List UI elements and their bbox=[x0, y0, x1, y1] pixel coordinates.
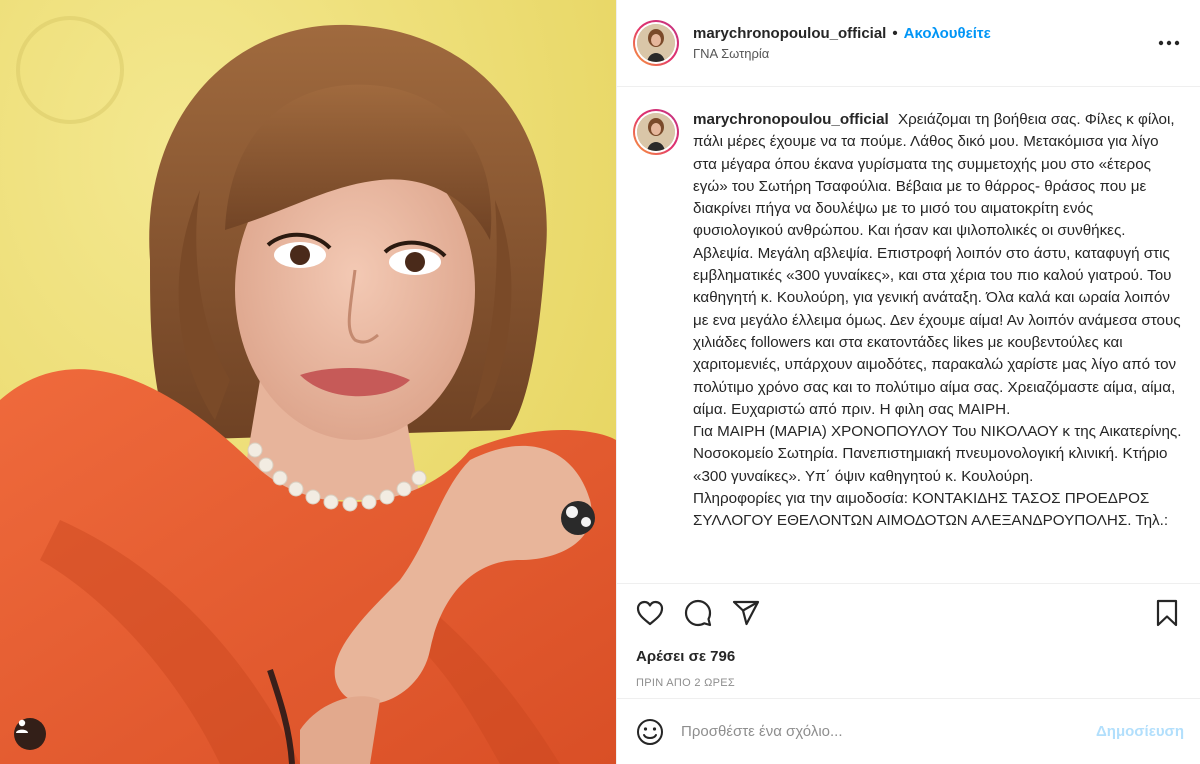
avatar[interactable] bbox=[633, 20, 679, 66]
likes-count[interactable]: Αρέσει σε 796 bbox=[617, 642, 1200, 672]
heart-icon bbox=[636, 600, 664, 626]
caption-paragraph-3: Πληροφορίες για την αιμοδοσία: ΚΟΝΤΑΚΙΔΗ… bbox=[693, 490, 1169, 530]
username-link[interactable]: marychronopoulou_official bbox=[693, 25, 886, 42]
emoji-button[interactable] bbox=[633, 715, 667, 749]
caption-area: marychronopoulou_official Χρειάζομαι τη … bbox=[617, 87, 1200, 584]
save-button[interactable] bbox=[1150, 596, 1184, 630]
separator-dot: • bbox=[892, 25, 898, 42]
post-header: marychronopoulou_official • Ακολουθείτε … bbox=[617, 0, 1200, 87]
bookmark-icon bbox=[1156, 599, 1178, 627]
tagged-users-button[interactable] bbox=[14, 718, 46, 750]
avatar-image bbox=[637, 24, 675, 62]
share-button[interactable] bbox=[729, 596, 763, 630]
ellipsis-icon bbox=[1158, 40, 1180, 46]
action-bar bbox=[617, 584, 1200, 642]
avatar-portrait bbox=[637, 113, 675, 151]
publish-comment-button[interactable]: Δημοσίευση bbox=[1096, 723, 1184, 740]
avatar-portrait bbox=[637, 24, 675, 62]
smiley-icon bbox=[637, 718, 663, 745]
comment-input[interactable] bbox=[681, 723, 1096, 740]
caption-text: Χρειάζομαι τη βοήθεια σας. Φίλες κ φίλοι… bbox=[693, 111, 1181, 418]
post-timestamp[interactable]: ΠΡΙΝ ΑΠΟ 2 ΩΡΕΣ bbox=[617, 672, 1200, 694]
user-tag-icon bbox=[16, 719, 28, 733]
comment-bubble-icon bbox=[684, 599, 712, 627]
portrait-illustration bbox=[0, 0, 616, 764]
post-details-panel: marychronopoulou_official • Ακολουθείτε … bbox=[616, 0, 1200, 764]
avatar-image bbox=[637, 113, 675, 151]
post-caption: marychronopoulou_official Χρειάζομαι τη … bbox=[693, 109, 1184, 583]
instagram-post: marychronopoulou_official • Ακολουθείτε … bbox=[0, 0, 1200, 764]
like-button[interactable] bbox=[633, 596, 667, 630]
post-photo[interactable] bbox=[0, 0, 616, 764]
caption-username-link[interactable]: marychronopoulou_official bbox=[693, 111, 889, 128]
comment-button[interactable] bbox=[681, 596, 715, 630]
following-button[interactable]: Ακολουθείτε bbox=[904, 25, 991, 42]
paper-plane-icon bbox=[732, 600, 760, 626]
more-options-button[interactable] bbox=[1154, 28, 1184, 58]
location-link[interactable]: ΓΝΑ Σωτηρία bbox=[693, 46, 1154, 61]
caption-avatar[interactable] bbox=[633, 109, 679, 155]
caption-paragraph-1: marychronopoulou_official Χρειάζομαι τη … bbox=[693, 109, 1184, 421]
caption-paragraph-2: Για ΜΑΙΡΗ (ΜΑΡΙΑ) ΧΡΟΝΟΠΟΥΛΟΥ Του ΝΙΚΟΛΑ… bbox=[693, 423, 1182, 485]
header-text: marychronopoulou_official • Ακολουθείτε … bbox=[693, 25, 1154, 61]
add-comment-bar: Δημοσίευση bbox=[617, 698, 1200, 764]
